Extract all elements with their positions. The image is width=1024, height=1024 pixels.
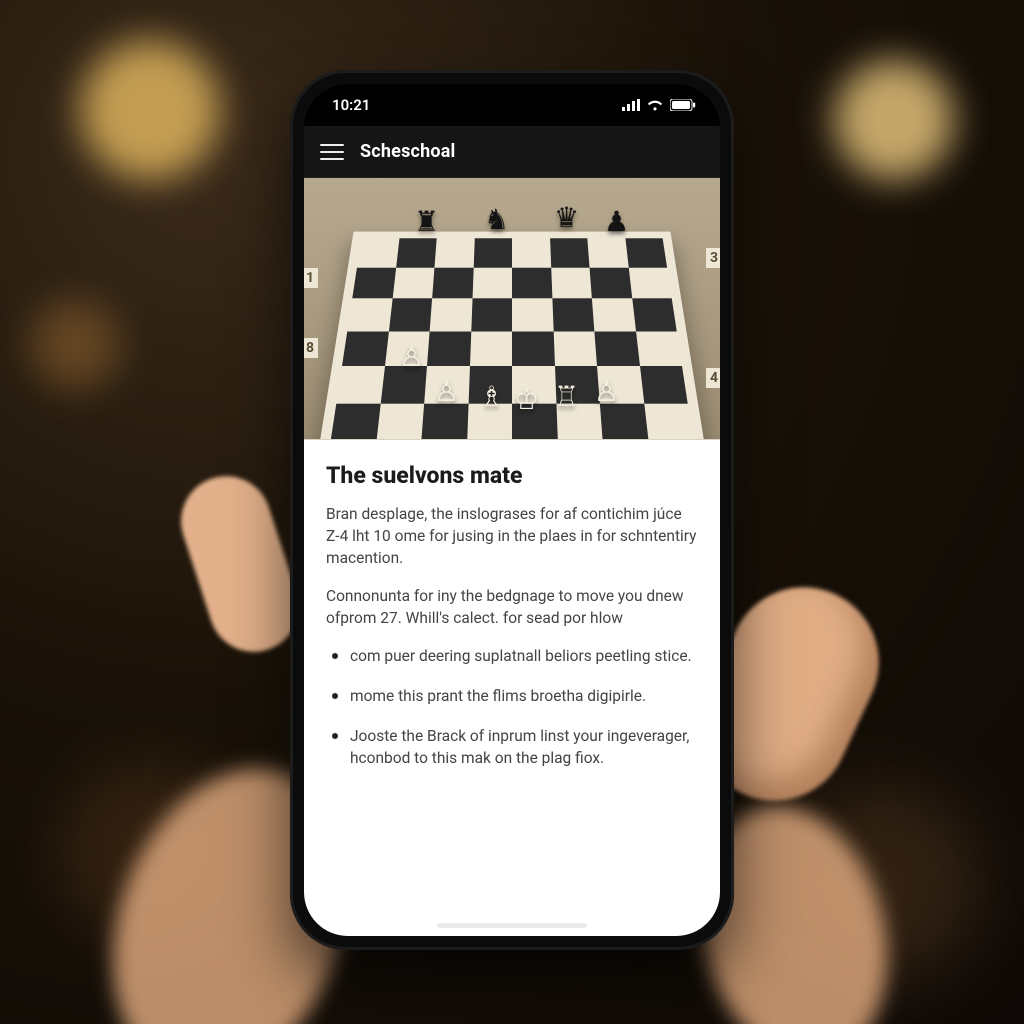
board-square — [392, 267, 434, 298]
board-square — [434, 238, 474, 267]
board-square — [553, 331, 597, 366]
hamburger-icon — [320, 158, 344, 160]
article-body[interactable]: The suelvons mate Bran desplage, the ins… — [304, 440, 720, 936]
board-square — [552, 298, 594, 331]
article-list: com puer deering suplatnall beliors peet… — [326, 645, 698, 769]
board-coord: 8 — [304, 338, 318, 358]
menu-button[interactable] — [320, 140, 344, 164]
board-square — [336, 366, 384, 403]
board-coord: 1 — [304, 268, 318, 288]
wifi-icon — [646, 99, 664, 111]
board-square — [594, 331, 639, 366]
board-square — [330, 403, 380, 440]
board-square — [592, 298, 636, 331]
hero-image[interactable]: 1 8 3 4 ♜ ♞ ♛ ♟ ♙ ♗ ♔ ♖ ♙ ♙ — [304, 178, 720, 440]
board-square — [427, 331, 471, 366]
chess-piece-icon: ♛ — [554, 204, 579, 232]
board-square — [512, 238, 551, 267]
background-bokeh — [30, 300, 120, 390]
board-square — [472, 267, 512, 298]
board-square — [388, 298, 432, 331]
board-square — [632, 298, 677, 331]
hamburger-icon — [320, 144, 344, 146]
article-paragraph: Connonunta for iny the bedgnage to move … — [326, 585, 698, 629]
board-square — [551, 267, 592, 298]
list-item: com puer deering suplatnall beliors peet… — [330, 645, 698, 667]
board-square — [473, 238, 512, 267]
board-square — [430, 298, 472, 331]
board-square — [625, 238, 667, 267]
app-bar: Scheschoal — [304, 126, 720, 178]
phone-screen: 10:21 Scheschoal — [304, 84, 720, 936]
chessboard — [304, 232, 720, 440]
board-square — [628, 267, 671, 298]
article-paragraph: Bran desplage, the inslograses for af co… — [326, 503, 698, 569]
board-square — [636, 331, 682, 366]
board-square — [640, 366, 688, 403]
chess-piece-icon: ♔ — [514, 386, 539, 414]
board-coord: 4 — [706, 368, 720, 388]
chess-piece-icon: ♖ — [554, 383, 579, 411]
board-square — [342, 331, 388, 366]
chess-piece-icon: ♙ — [434, 378, 459, 406]
home-indicator[interactable] — [437, 923, 587, 928]
app-title: Scheschoal — [360, 141, 456, 162]
chess-piece-icon: ♙ — [399, 343, 424, 371]
board-square — [376, 403, 424, 440]
board-square — [432, 267, 473, 298]
board-square — [470, 331, 513, 366]
board-square — [347, 298, 392, 331]
hamburger-icon — [320, 151, 344, 153]
board-square — [587, 238, 628, 267]
board-square — [357, 238, 399, 267]
chess-piece-icon: ♙ — [594, 378, 619, 406]
board-square — [396, 238, 437, 267]
board-square — [512, 331, 555, 366]
status-time: 10:21 — [332, 96, 370, 114]
cellular-icon — [622, 99, 640, 111]
board-square — [590, 267, 632, 298]
board-square — [421, 403, 468, 440]
background-bokeh — [80, 40, 220, 180]
board-square — [512, 298, 553, 331]
chess-piece-icon: ♜ — [414, 208, 439, 236]
board-square — [644, 403, 694, 440]
list-item: Jooste the Brack of inprum linst your in… — [330, 725, 698, 769]
chess-piece-icon: ♗ — [479, 383, 504, 411]
article-title: The suelvons mate — [326, 462, 698, 489]
chess-piece-icon: ♞ — [484, 206, 509, 234]
board-coord: 3 — [706, 248, 720, 268]
phone-notch — [422, 84, 602, 112]
list-item: mome this prant the flims broetha digipi… — [330, 685, 698, 707]
board-square — [471, 298, 512, 331]
battery-icon — [670, 99, 696, 111]
board-square — [550, 238, 590, 267]
phone-frame: 10:21 Scheschoal — [290, 70, 734, 950]
status-right — [622, 99, 696, 111]
board-square — [512, 267, 552, 298]
board-square — [600, 403, 648, 440]
background-bokeh — [834, 60, 954, 180]
board-square — [352, 267, 395, 298]
chess-piece-icon: ♟ — [604, 208, 629, 236]
